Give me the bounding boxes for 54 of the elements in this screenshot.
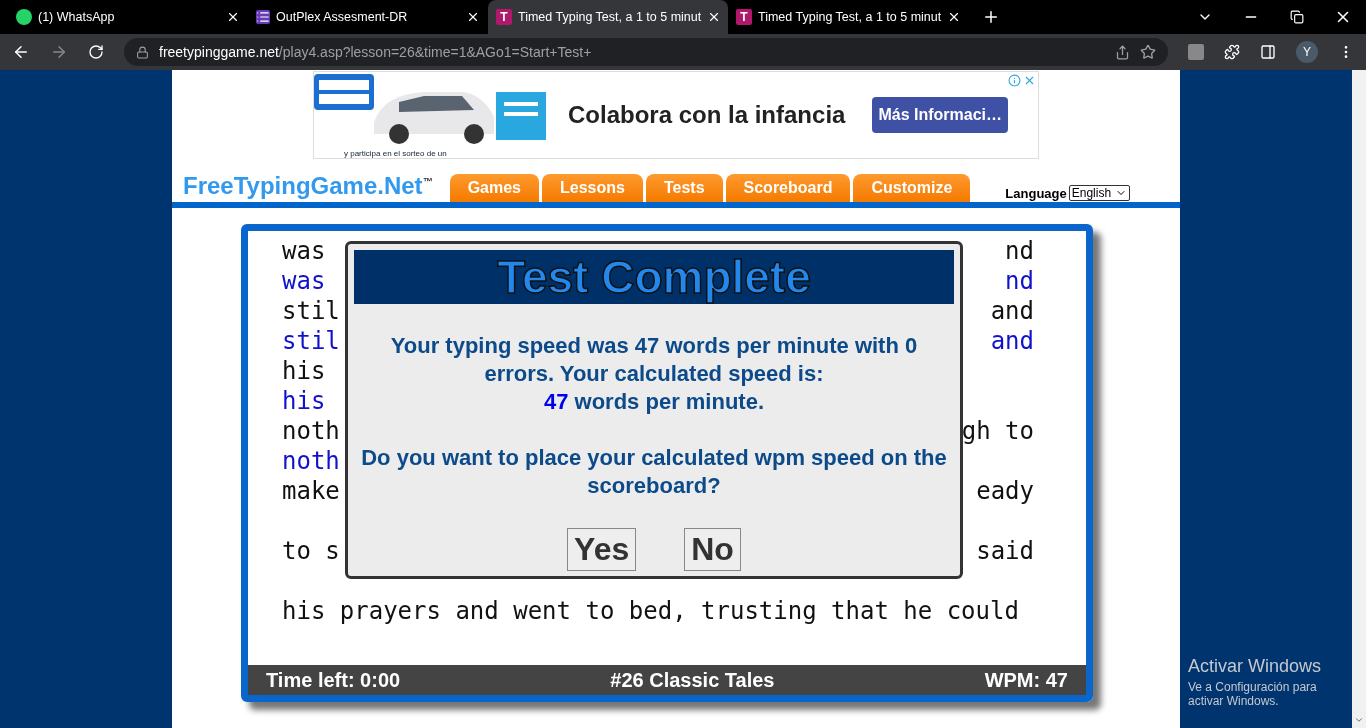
passage-text: to s	[282, 536, 340, 566]
passage-text: said	[976, 536, 1034, 566]
language-select[interactable]: English	[1068, 185, 1131, 201]
back-icon[interactable]	[12, 43, 30, 61]
forward-icon[interactable]	[50, 43, 68, 61]
activation-text: Ve a Configuración para activar Windows.	[1188, 680, 1318, 708]
address-bar[interactable]: freetypinggame.net/play4.asp?lesson=26&time=1&AGo1=Start+Test+	[124, 38, 1168, 66]
browser-tab[interactable]: T Timed Typing Test, a 1 to 5 minut	[488, 0, 728, 34]
ad-headline: Colabora con la infancia	[568, 101, 846, 129]
time-left: Time left: 0:00	[266, 668, 401, 692]
site-logo[interactable]: FreeTypingGame.Net$^{™}$	[183, 172, 433, 202]
chat-icon	[16, 9, 32, 25]
passage-text: eady	[976, 476, 1034, 506]
close-icon[interactable]	[466, 10, 480, 24]
puzzle-icon[interactable]	[1224, 44, 1240, 60]
profile-avatar[interactable]: Y	[1296, 41, 1318, 63]
browser-tab[interactable]: T Timed Typing Test, a 1 to 5 minut	[728, 0, 968, 34]
reload-icon[interactable]	[88, 44, 104, 60]
passage-text: and	[990, 296, 1034, 326]
dialog-button[interactable]: Yes	[567, 528, 637, 571]
passage-text: his	[282, 356, 326, 386]
passage-text: stil	[282, 326, 340, 356]
tab-favicon: T	[736, 9, 752, 25]
ad-caption: y participa en el sorteo de un	[344, 149, 447, 158]
passage-text: gh to	[961, 416, 1034, 446]
list-icon	[256, 10, 270, 24]
passage-text: nd	[1005, 236, 1034, 266]
ad-banner[interactable]: y participa en el sorteo de un Colabora con la infancia Más Informaci…	[313, 71, 1039, 159]
passage-text: noth	[282, 416, 340, 446]
language-label: Language	[1005, 185, 1067, 201]
passage-text: his prayers and went to bed, trusting that he could	[282, 596, 1019, 626]
passage-text: his	[282, 386, 326, 416]
passage-text: make	[282, 476, 340, 506]
passage-text: and	[990, 326, 1034, 356]
passage-text: nd	[1005, 266, 1034, 296]
wpm-reading: WPM: 47	[984, 668, 1068, 692]
passage-text: stil	[282, 296, 340, 326]
scroll-down-icon[interactable]	[1354, 715, 1364, 725]
activation-title: Activar Windows	[1188, 656, 1322, 677]
side-panel-icon[interactable]	[1260, 44, 1276, 60]
browser-tab[interactable]: (1) WhatsApp	[8, 0, 248, 34]
scoreboard-question: Do you want to place your calculated wpm speed on the scoreboard?	[360, 444, 948, 500]
browser-tab[interactable]: OutPlex Assesment-DR	[248, 0, 488, 34]
more-info-button[interactable]: Más Informaci…	[872, 97, 1008, 133]
passage-text: was	[282, 236, 326, 266]
tab-favicon: T	[496, 9, 512, 25]
lesson-title: #26 Classic Tales	[610, 668, 775, 692]
result-message: Your typing speed was 47 words per minute with 0 errors. Your calculated speed is: 47 words per minute.	[389, 332, 919, 416]
passage-text: was	[282, 266, 326, 296]
close-icon[interactable]	[226, 10, 240, 24]
dialog-button[interactable]: No	[684, 528, 741, 571]
info-icon[interactable]	[1008, 74, 1021, 87]
dialog-title: Test Complete	[497, 250, 811, 304]
passage-text: noth	[282, 446, 340, 476]
